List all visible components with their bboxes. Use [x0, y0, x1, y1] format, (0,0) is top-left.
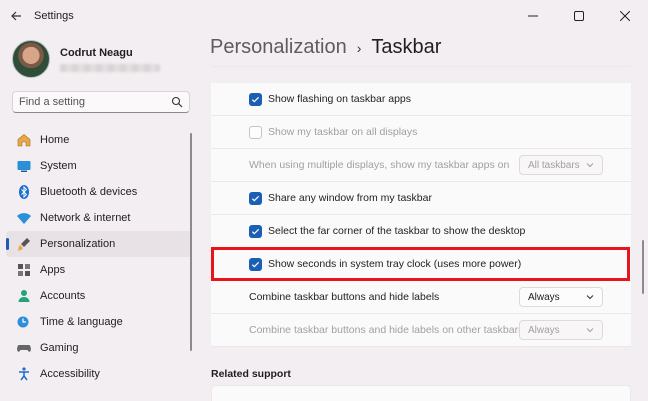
sidebar-scrollbar[interactable]	[190, 133, 192, 351]
dropdown-value: Always	[528, 291, 560, 303]
combine-other-dropdown: Always	[519, 320, 603, 340]
minimize-icon	[528, 15, 538, 17]
sidebar-item-label: Network & internet	[40, 212, 131, 224]
checkmark-icon	[251, 261, 260, 268]
settings-content: Show flashing on taskbar apps Show my ta…	[211, 66, 631, 401]
maximize-button[interactable]	[556, 0, 602, 32]
sidebar-item-label: Time & language	[40, 316, 123, 328]
sidebar-item-system[interactable]: System	[6, 153, 192, 179]
sidebar-item-network[interactable]: Network & internet	[6, 205, 192, 231]
setting-label: Combine taskbar buttons and hide labels	[249, 291, 440, 303]
setting-label: When using multiple displays, show my ta…	[249, 159, 510, 171]
setting-row-clipped	[211, 66, 631, 67]
app-title: Settings	[34, 10, 74, 22]
setting-row-far-corner[interactable]: Select the far corner of the taskbar to …	[211, 215, 631, 248]
sidebar: Codrut Neagu Home System Bluetooth & dev…	[0, 32, 200, 401]
sidebar-item-label: Accessibility	[40, 368, 100, 380]
bluetooth-icon	[19, 185, 29, 199]
apps-icon	[18, 264, 30, 276]
main-scrollbar[interactable]	[642, 240, 644, 294]
sidebar-item-label: Apps	[40, 264, 66, 276]
back-button[interactable]	[0, 0, 32, 32]
setting-row-combine: Combine taskbar buttons and hide labels …	[211, 281, 631, 314]
setting-label: Combine taskbar buttons and hide labels …	[249, 324, 524, 336]
maximize-icon	[574, 11, 584, 21]
home-icon	[17, 134, 31, 147]
checkmark-icon	[251, 96, 260, 103]
sidebar-item-label: Accounts	[40, 290, 86, 302]
network-icon	[17, 213, 31, 224]
checkbox-flashing[interactable]	[249, 92, 262, 106]
close-button[interactable]	[602, 0, 648, 32]
checkbox-share-window[interactable]	[249, 191, 262, 205]
breadcrumb-parent[interactable]: Personalization	[210, 36, 347, 59]
related-support-heading: Related support	[211, 368, 291, 380]
setting-row-seconds[interactable]: Show seconds in system tray clock (uses …	[211, 248, 631, 281]
search-input[interactable]	[19, 96, 171, 108]
dropdown-value: All taskbars	[528, 159, 580, 171]
avatar	[12, 40, 50, 78]
window-controls	[510, 0, 648, 32]
checkbox-far-corner[interactable]	[249, 224, 262, 238]
chevron-down-icon	[586, 328, 594, 333]
sidebar-item-personalization[interactable]: Personalization	[6, 231, 192, 257]
chevron-down-icon	[586, 163, 594, 168]
setting-label: Show my taskbar on all displays	[268, 126, 418, 138]
sidebar-item-label: Gaming	[40, 342, 79, 354]
search-icon[interactable]	[171, 96, 183, 108]
setting-label: Select the far corner of the taskbar to …	[268, 225, 526, 237]
sidebar-item-label: System	[40, 160, 77, 172]
search-box[interactable]	[12, 91, 190, 113]
setting-label: Share any window from my taskbar	[268, 192, 432, 204]
sidebar-item-apps[interactable]: Apps	[6, 257, 192, 283]
personalization-icon	[18, 238, 30, 251]
sidebar-item-time-language[interactable]: Time & language	[6, 309, 192, 335]
breadcrumb-separator: ›	[356, 39, 362, 56]
combine-dropdown[interactable]: Always	[519, 287, 603, 307]
gaming-icon	[17, 345, 31, 352]
setting-label: Show seconds in system tray clock (uses …	[268, 258, 522, 270]
setting-row-combine-other: Combine taskbar buttons and hide labels …	[211, 314, 631, 347]
time-language-icon	[17, 316, 29, 328]
checkbox-seconds[interactable]	[249, 257, 262, 271]
page-title: Taskbar	[371, 36, 442, 58]
sidebar-item-label: Bluetooth & devices	[40, 186, 138, 198]
checkmark-icon	[251, 195, 260, 202]
sidebar-item-accessibility[interactable]: Accessibility	[6, 361, 192, 387]
sidebar-item-accounts[interactable]: Accounts	[6, 283, 192, 309]
system-icon	[17, 161, 31, 172]
sidebar-item-gaming[interactable]: Gaming	[6, 335, 192, 361]
dropdown-value: Always	[528, 324, 560, 336]
setting-row-share-window[interactable]: Share any window from my taskbar	[211, 182, 631, 215]
checkbox-all-displays	[249, 125, 262, 139]
nav-list: Home System Bluetooth & devices Network …	[6, 127, 192, 387]
related-support-card[interactable]	[211, 385, 631, 401]
multi-display-dropdown: All taskbars	[519, 155, 603, 175]
checkmark-icon	[251, 228, 260, 235]
breadcrumb: Personalization › Taskbar	[210, 36, 441, 59]
sidebar-item-home[interactable]: Home	[6, 127, 192, 153]
profile-name: Codrut Neagu	[60, 46, 133, 59]
accessibility-icon	[19, 367, 29, 381]
chevron-down-icon	[586, 295, 594, 300]
title-bar: Settings	[0, 0, 648, 32]
profile-email-blurred	[60, 63, 160, 72]
sidebar-item-bluetooth[interactable]: Bluetooth & devices	[6, 179, 192, 205]
setting-row-all-displays: Show my taskbar on all displays	[211, 116, 631, 149]
sidebar-item-label: Personalization	[40, 238, 116, 250]
accounts-icon	[18, 290, 30, 302]
minimize-button[interactable]	[510, 0, 556, 32]
setting-row-multi-display: When using multiple displays, show my ta…	[211, 149, 631, 182]
setting-label: Show flashing on taskbar apps	[268, 93, 412, 105]
sidebar-item-label: Home	[40, 134, 70, 146]
setting-row-flashing[interactable]: Show flashing on taskbar apps	[211, 83, 631, 116]
back-arrow-icon	[11, 11, 21, 21]
user-profile[interactable]: Codrut Neagu	[12, 40, 160, 78]
close-icon	[620, 11, 630, 21]
